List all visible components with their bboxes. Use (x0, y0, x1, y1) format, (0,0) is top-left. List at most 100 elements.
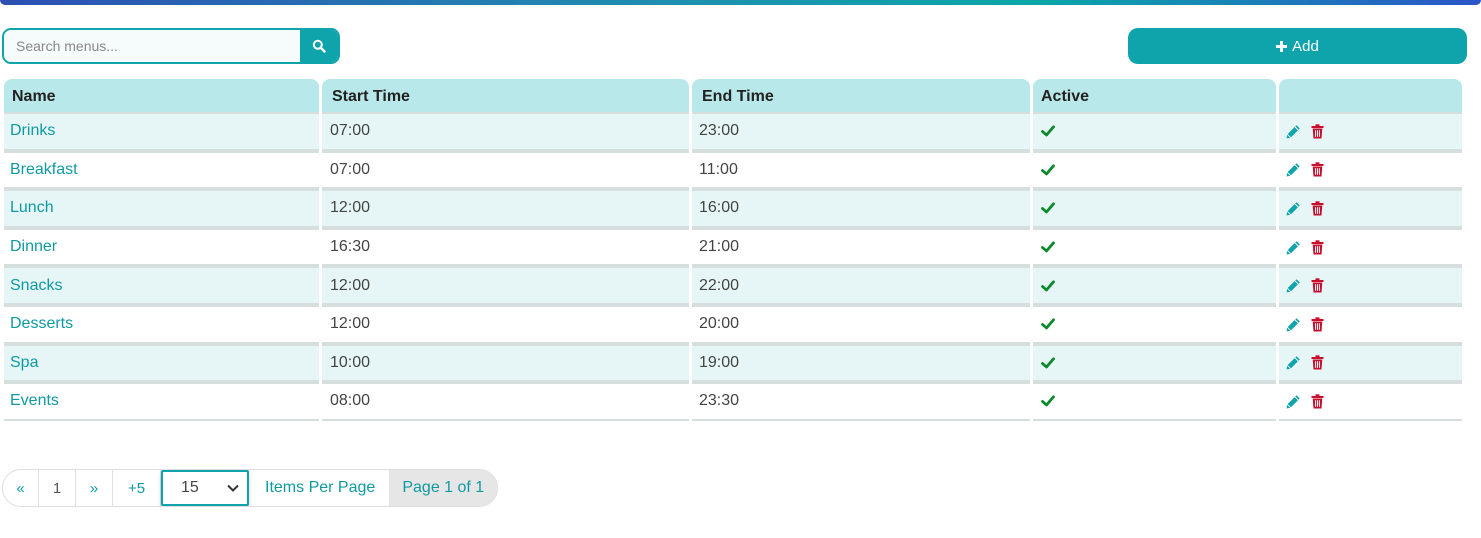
check-icon (1041, 280, 1055, 292)
menu-name-link[interactable]: Desserts (10, 315, 73, 333)
pagination: « 1 » +5 15 Items Per Page Page 1 of 1 (2, 469, 499, 507)
search-button[interactable] (300, 30, 338, 62)
prev-page-button[interactable]: « (3, 470, 39, 506)
table-header-row: Name Start Time End Time Active (4, 79, 1462, 114)
check-icon (1041, 357, 1055, 369)
menu-name-link[interactable]: Spa (10, 354, 38, 372)
column-header-start-time[interactable]: Start Time (322, 79, 689, 114)
start-time: 12:00 (330, 199, 371, 217)
menu-name-link[interactable]: Lunch (10, 199, 54, 217)
column-header-actions (1279, 79, 1462, 114)
row-actions-cell (1279, 227, 1462, 267)
row-name-cell: Breakfast (4, 150, 319, 190)
table-row: Lunch 12:00 16:00 (4, 189, 1462, 230)
menu-name-link[interactable]: Breakfast (10, 161, 78, 179)
items-per-page-value: 15 (181, 479, 199, 496)
start-time: 12:00 (330, 276, 371, 294)
column-header-end-time[interactable]: End Time (692, 79, 1030, 114)
pencil-icon[interactable] (1286, 394, 1301, 409)
page-number-button[interactable]: 1 (39, 470, 76, 506)
menus-table: Name Start Time End Time Active Drinks 07… (4, 79, 1462, 423)
row-actions-cell (1279, 189, 1462, 228)
start-time: 10:00 (330, 353, 371, 371)
row-active-cell (1033, 227, 1276, 267)
row-end-time-cell: 11:00 (692, 150, 1030, 190)
trash-icon[interactable] (1311, 201, 1324, 216)
pencil-icon[interactable] (1286, 355, 1301, 370)
row-end-time-cell: 20:00 (692, 304, 1030, 344)
start-time: 07:00 (330, 160, 371, 178)
end-time: 19:00 (699, 353, 740, 371)
column-header-active[interactable]: Active (1033, 79, 1276, 114)
row-name-cell: Lunch (4, 189, 319, 228)
plus-icon (1276, 38, 1288, 55)
menu-name-link[interactable]: Events (10, 392, 59, 410)
row-actions-cell (1279, 150, 1462, 190)
table-body: Drinks 07:00 23:00 Breakfast 07:00 11:00 Lunch… (4, 112, 1462, 423)
add-button[interactable]: Add (1128, 28, 1467, 64)
menu-name-link[interactable]: Dinner (10, 238, 57, 256)
start-time: 08:00 (330, 392, 371, 410)
row-name-cell: Dinner (4, 227, 319, 267)
search-box (2, 28, 340, 64)
menu-name-link[interactable]: Drinks (10, 122, 55, 140)
search-input[interactable] (4, 30, 300, 62)
check-icon (1041, 202, 1055, 214)
trash-icon[interactable] (1311, 394, 1324, 409)
start-time: 16:30 (330, 238, 371, 256)
start-time: 12:00 (330, 315, 371, 333)
trash-icon[interactable] (1311, 162, 1324, 177)
menu-name-link[interactable]: Snacks (10, 277, 62, 295)
pencil-icon[interactable] (1286, 278, 1301, 293)
top-gradient-bar (0, 0, 1481, 5)
row-active-cell (1033, 112, 1276, 151)
row-end-time-cell: 21:00 (692, 227, 1030, 267)
end-time: 23:30 (699, 392, 740, 410)
pencil-icon[interactable] (1286, 317, 1301, 332)
pencil-icon[interactable] (1286, 201, 1301, 216)
items-per-page-select[interactable]: 15 (161, 470, 249, 506)
row-start-time-cell: 08:00 (322, 382, 689, 421)
table-row: Desserts 12:00 20:00 (4, 304, 1462, 346)
pencil-icon[interactable] (1286, 240, 1301, 255)
table-row: Events 08:00 23:30 (4, 382, 1462, 423)
check-icon (1041, 125, 1055, 137)
row-start-time-cell: 12:00 (322, 266, 689, 305)
row-start-time-cell: 10:00 (322, 343, 689, 383)
row-end-time-cell: 23:00 (692, 112, 1030, 151)
trash-icon[interactable] (1311, 239, 1324, 255)
row-active-cell (1033, 150, 1276, 190)
start-time: 07:00 (330, 122, 371, 140)
pencil-icon[interactable] (1286, 162, 1301, 177)
row-name-cell: Events (4, 382, 319, 421)
row-name-cell: Snacks (4, 266, 319, 305)
row-end-time-cell: 19:00 (692, 343, 1030, 383)
check-icon (1041, 164, 1055, 176)
column-header-name[interactable]: Name (4, 79, 319, 114)
items-per-page-label: Items Per Page (265, 479, 376, 496)
jump-forward-button[interactable]: +5 (113, 470, 161, 506)
table-row: Dinner 16:30 21:00 (4, 227, 1462, 269)
end-time: 16:00 (699, 199, 740, 217)
end-time: 23:00 (699, 122, 740, 140)
row-active-cell (1033, 266, 1276, 305)
row-active-cell (1033, 382, 1276, 421)
row-start-time-cell: 07:00 (322, 112, 689, 151)
table-row: Spa 10:00 19:00 (4, 343, 1462, 385)
trash-icon[interactable] (1311, 317, 1324, 332)
row-start-time-cell: 16:30 (322, 227, 689, 267)
check-icon (1041, 395, 1055, 407)
row-actions-cell (1279, 266, 1462, 305)
pencil-icon[interactable] (1286, 124, 1301, 139)
trash-icon[interactable] (1311, 355, 1324, 370)
trash-icon[interactable] (1311, 278, 1324, 293)
next-page-button[interactable]: » (76, 470, 113, 506)
row-start-time-cell: 12:00 (322, 304, 689, 344)
end-time: 22:00 (699, 276, 740, 294)
trash-icon[interactable] (1311, 124, 1324, 139)
row-name-cell: Drinks (4, 112, 319, 151)
row-start-time-cell: 07:00 (322, 150, 689, 190)
row-active-cell (1033, 304, 1276, 344)
chevron-down-icon (227, 484, 239, 492)
end-time: 21:00 (699, 238, 740, 256)
